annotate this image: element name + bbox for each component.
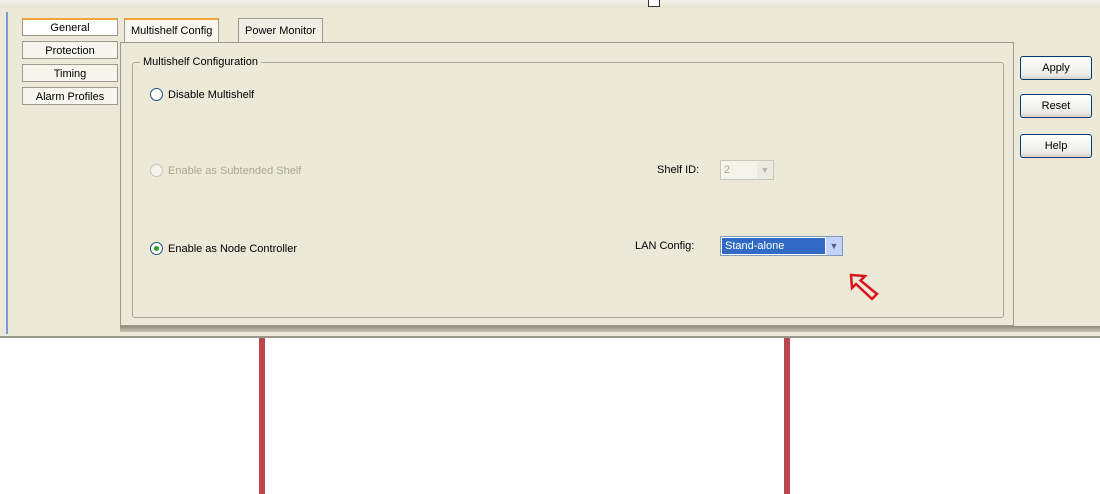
tab-power-monitor[interactable]: Power Monitor: [238, 18, 323, 42]
disable-multishelf-option[interactable]: Disable Multishelf: [150, 88, 254, 101]
disable-multishelf-label: Disable Multishelf: [168, 88, 255, 101]
sidebar-tab-timing[interactable]: Timing: [22, 64, 118, 82]
apply-button[interactable]: Apply: [1020, 56, 1092, 80]
help-button[interactable]: Help: [1020, 134, 1092, 158]
tab-multishelf-config[interactable]: Multishelf Config: [124, 18, 220, 42]
reset-button[interactable]: Reset: [1020, 94, 1092, 118]
chevron-down-icon[interactable]: ▼: [826, 237, 842, 255]
node-controller-option[interactable]: Enable as Node Controller: [150, 242, 297, 255]
panel-left-border: [6, 12, 8, 334]
subtended-shelf-option: Enable as Subtended Shelf: [150, 164, 301, 177]
shelf-id-label: Shelf ID:: [657, 164, 700, 176]
window-handle: [648, 0, 660, 7]
group-title: Multishelf Configuration: [140, 56, 261, 68]
outlined-arrow-icon: [849, 273, 879, 301]
panel-shadow: [120, 326, 1100, 332]
shelf-id-value: 2: [724, 164, 731, 176]
lan-config-select[interactable]: Stand-alone ▼: [720, 236, 843, 256]
lan-config-label: LAN Config:: [635, 240, 695, 252]
node-controller-label: Enable as Node Controller: [168, 242, 298, 255]
network-settings-panel: General Protection Timing Alarm Profiles…: [0, 0, 1100, 338]
lan-config-value: Stand-alone: [722, 238, 825, 254]
annotation-line-left: [259, 338, 265, 494]
sidebar-tab-general[interactable]: General: [22, 18, 118, 36]
sidebar-tab-alarm-profiles[interactable]: Alarm Profiles: [22, 87, 118, 105]
node-controller-radio[interactable]: [150, 242, 163, 255]
subtended-shelf-radio: [150, 164, 163, 177]
sidebar-tab-protection[interactable]: Protection: [22, 41, 118, 59]
shelf-id-select: 2 ▼: [720, 160, 774, 180]
chevron-down-icon: ▼: [757, 161, 773, 179]
disable-multishelf-radio[interactable]: [150, 88, 163, 101]
annotation-line-right: [784, 338, 790, 494]
top-strip: [0, 0, 1100, 8]
subtended-shelf-label: Enable as Subtended Shelf: [168, 164, 302, 177]
